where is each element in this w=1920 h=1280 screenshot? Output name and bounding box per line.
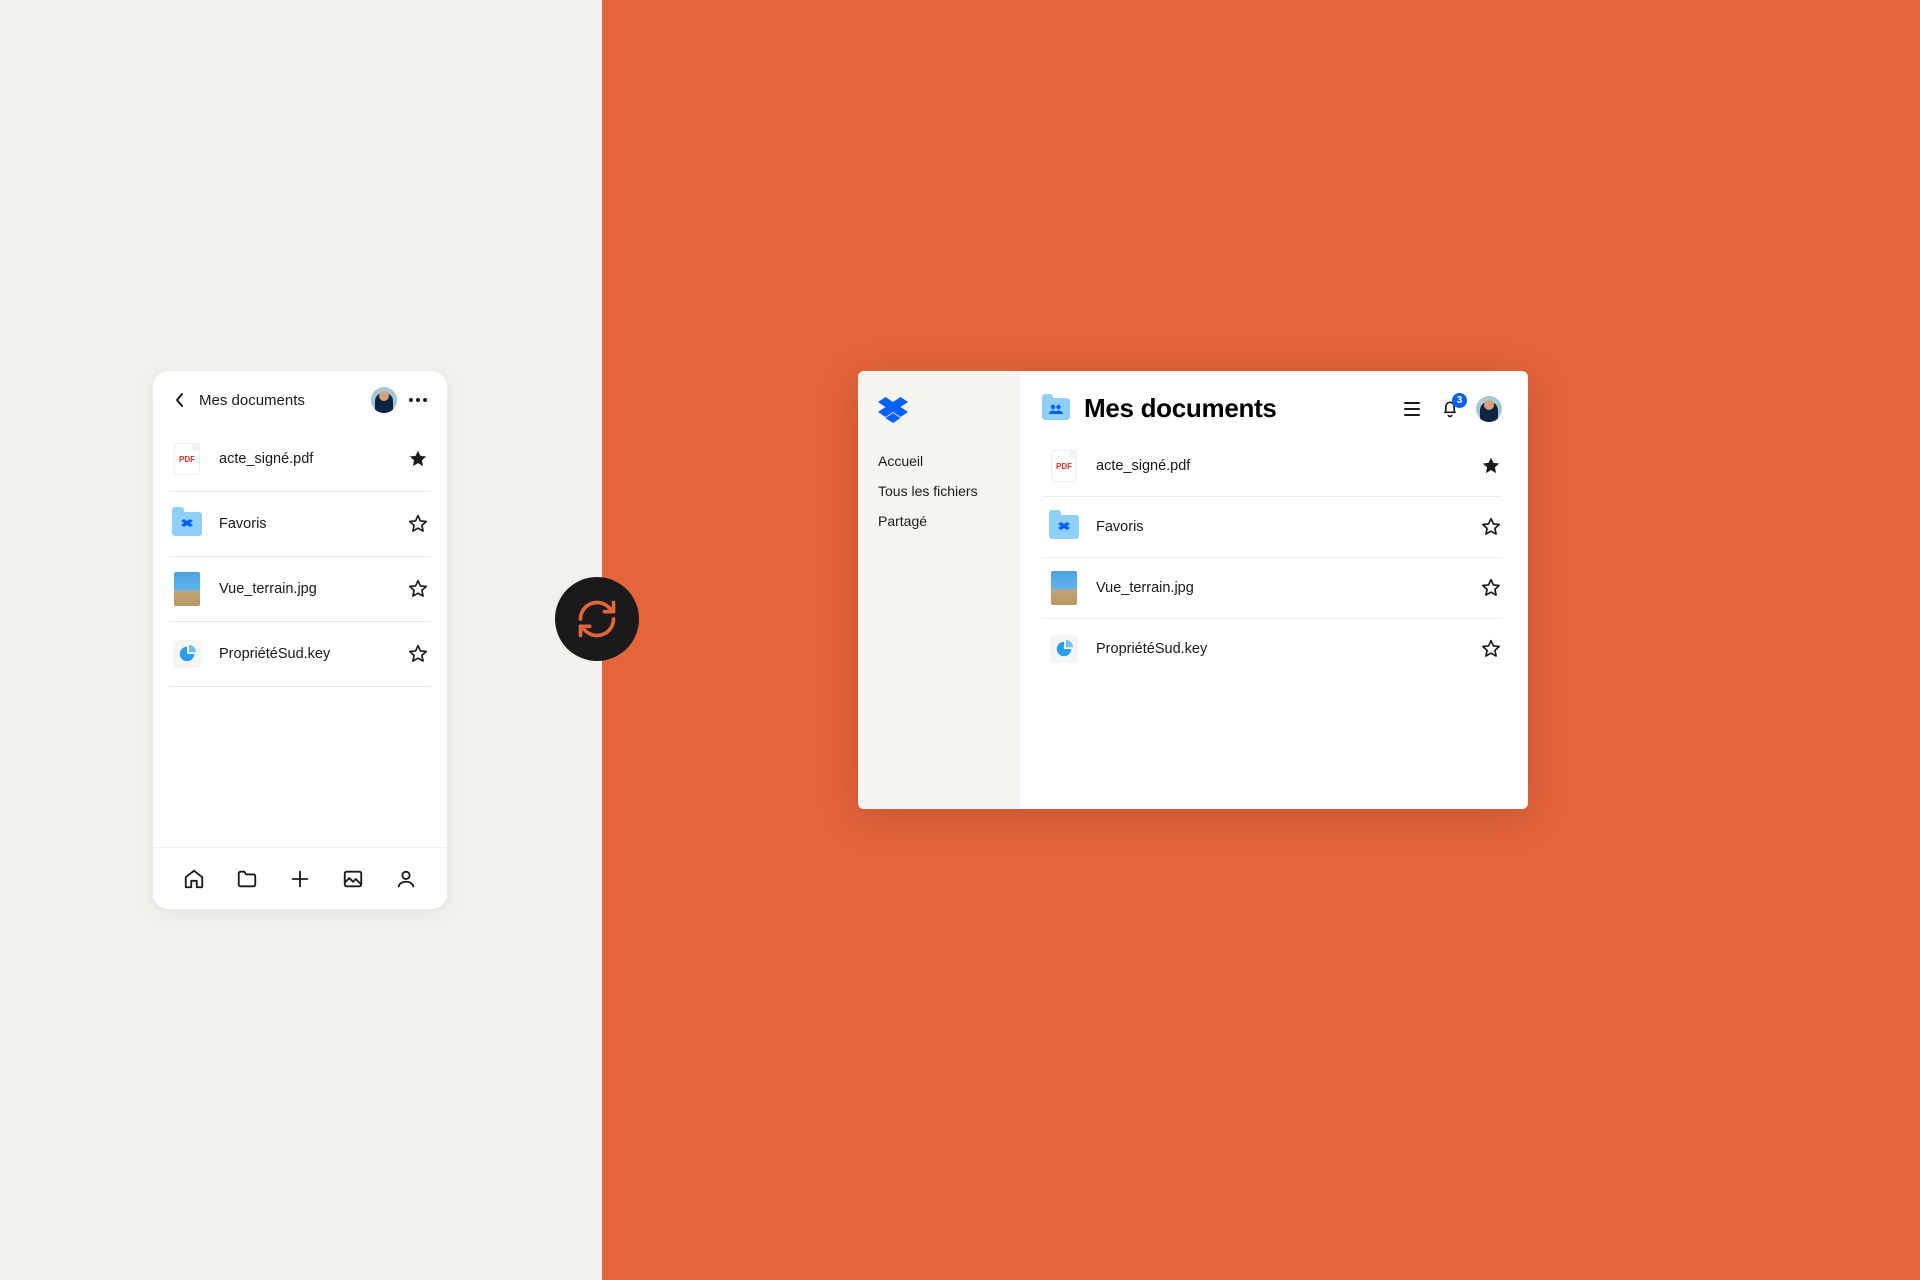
star-filled-icon <box>1481 456 1501 476</box>
file-name: Favoris <box>1096 519 1464 535</box>
nav-photos-button[interactable] <box>339 865 367 893</box>
more-horizontal-icon <box>409 398 427 402</box>
file-name: PropriétéSud.key <box>1096 641 1464 657</box>
pie-chart-icon <box>178 645 196 663</box>
star-outline-icon <box>408 514 428 534</box>
image-thumbnail-icon <box>1048 572 1080 604</box>
star-filled-icon <box>408 449 428 469</box>
star-outline-icon <box>1481 639 1501 659</box>
star-outline-icon <box>408 579 428 599</box>
file-name: acte_signé.pdf <box>219 451 391 467</box>
sidebar-item-home[interactable]: Accueil <box>878 453 1000 469</box>
desktop-title: Mes documents <box>1084 393 1386 424</box>
mobile-bottom-nav <box>153 847 447 909</box>
list-item[interactable]: Vue_terrain.jpg <box>169 556 431 621</box>
sidebar-item-shared[interactable]: Partagé <box>878 513 1000 529</box>
star-outline-icon <box>1481 517 1501 537</box>
mobile-file-list: PDF acte_signé.pdf Favoris Vue_te <box>153 427 447 909</box>
nav-files-button[interactable] <box>233 865 261 893</box>
file-name: acte_signé.pdf <box>1096 458 1464 474</box>
mobile-title: Mes documents <box>199 392 361 409</box>
star-button[interactable] <box>407 578 429 600</box>
shared-folder-icon <box>1042 398 1070 420</box>
file-name: Favoris <box>219 516 391 532</box>
sidebar-nav: Accueil Tous les fichiers Partagé <box>878 453 1000 529</box>
list-view-button[interactable] <box>1400 397 1424 421</box>
list-item[interactable]: PDF acte_signé.pdf <box>1042 436 1502 497</box>
keynote-file-icon <box>1048 633 1080 665</box>
list-item[interactable]: Vue_terrain.jpg <box>1042 558 1502 619</box>
star-outline-icon <box>1481 578 1501 598</box>
dropbox-mini-icon <box>1058 522 1070 532</box>
nav-account-button[interactable] <box>392 865 420 893</box>
star-button[interactable] <box>407 513 429 535</box>
list-item[interactable]: Favoris <box>1042 497 1502 558</box>
image-icon <box>342 868 364 890</box>
people-mini-icon <box>1049 404 1063 414</box>
sync-icon <box>575 597 619 641</box>
star-button[interactable] <box>1480 516 1502 538</box>
list-icon <box>1403 401 1421 417</box>
star-outline-icon <box>408 644 428 664</box>
folder-outline-icon <box>236 868 258 890</box>
list-item[interactable]: PDF acte_signé.pdf <box>169 427 431 491</box>
nav-add-button[interactable] <box>286 865 314 893</box>
desktop-main: Mes documents 3 PDF acte_signé.pdf <box>1020 371 1528 809</box>
person-icon <box>395 868 417 890</box>
file-name: Vue_terrain.jpg <box>219 581 391 597</box>
file-name: PropriétéSud.key <box>219 646 391 662</box>
notifications-button[interactable]: 3 <box>1438 397 1462 421</box>
sidebar-item-all-files[interactable]: Tous les fichiers <box>878 483 1000 499</box>
pdf-file-icon: PDF <box>1048 450 1080 482</box>
file-name: Vue_terrain.jpg <box>1096 580 1464 596</box>
folder-icon <box>1048 511 1080 543</box>
dropbox-mini-icon <box>181 519 193 529</box>
chevron-left-icon <box>175 392 185 408</box>
star-button[interactable] <box>407 643 429 665</box>
desktop-file-list: PDF acte_signé.pdf Favoris <box>1042 436 1502 679</box>
notification-badge: 3 <box>1452 393 1467 408</box>
dropbox-logo[interactable] <box>878 397 1000 423</box>
avatar[interactable] <box>1476 396 1502 422</box>
nav-home-button[interactable] <box>180 865 208 893</box>
image-thumbnail-icon <box>171 573 203 605</box>
desktop-sidebar: Accueil Tous les fichiers Partagé <box>858 371 1020 809</box>
plus-icon <box>289 868 311 890</box>
star-button[interactable] <box>1480 455 1502 477</box>
star-button[interactable] <box>1480 638 1502 660</box>
star-button[interactable] <box>407 448 429 470</box>
mobile-header: Mes documents <box>153 371 447 427</box>
dropbox-logo-icon <box>878 397 908 423</box>
more-button[interactable] <box>407 398 429 402</box>
keynote-file-icon <box>171 638 203 670</box>
pie-chart-icon <box>1055 640 1073 658</box>
list-item[interactable]: PropriétéSud.key <box>169 621 431 686</box>
desktop-app-mockup: Accueil Tous les fichiers Partagé Mes do… <box>858 371 1528 809</box>
desktop-header: Mes documents 3 <box>1042 393 1502 424</box>
sync-badge <box>555 577 639 661</box>
folder-icon <box>171 508 203 540</box>
list-item[interactable]: PropriétéSud.key <box>1042 619 1502 679</box>
back-button[interactable] <box>171 392 189 408</box>
avatar[interactable] <box>371 387 397 413</box>
mobile-app-mockup: Mes documents PDF acte_signé.pdf Favoris <box>153 371 447 909</box>
list-item[interactable]: Favoris <box>169 491 431 556</box>
pdf-file-icon: PDF <box>171 443 203 475</box>
star-button[interactable] <box>1480 577 1502 599</box>
home-icon <box>183 868 205 890</box>
